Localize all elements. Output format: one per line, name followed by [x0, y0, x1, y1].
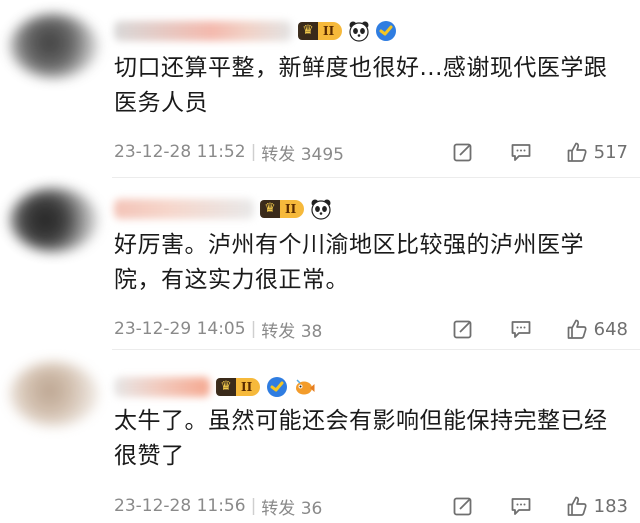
username[interactable]	[114, 21, 292, 41]
forward-count: 转发 36	[261, 498, 323, 519]
timestamp: 23-12-28 11:56	[114, 496, 246, 516]
like-count: 183	[593, 495, 628, 517]
avatar[interactable]	[10, 188, 98, 252]
forward-count: 转发 3495	[261, 144, 344, 165]
comment-icon[interactable]	[510, 495, 532, 517]
username-row: ♛ II	[114, 196, 337, 222]
share-icon[interactable]	[452, 141, 474, 163]
fish-icon	[296, 379, 315, 395]
comment-icon[interactable]	[510, 318, 532, 340]
verified-shield-icon	[267, 377, 288, 397]
comment-actions: 517	[452, 139, 628, 165]
panda-icon	[349, 21, 369, 42]
timestamp: 23-12-28 11:52	[114, 142, 246, 162]
comment-actions: 183	[452, 493, 628, 519]
like-icon[interactable]	[566, 141, 588, 163]
comment-icon[interactable]	[510, 141, 532, 163]
comment-text: 太牛了。虽然可能还会有影响但能保持完整已经很赞了	[114, 408, 608, 469]
comment-actions: 648	[452, 316, 628, 342]
crown-badge-icon: ♛ II	[298, 22, 343, 40]
timestamp: 23-12-29 14:05	[114, 319, 246, 339]
like-count: 517	[593, 141, 628, 163]
username[interactable]	[114, 377, 210, 397]
avatar[interactable]	[10, 14, 98, 78]
verified-shield-icon	[376, 21, 397, 41]
share-icon[interactable]	[452, 495, 474, 517]
divider: |	[250, 319, 257, 339]
crown-badge-icon: ♛ II	[260, 200, 305, 218]
panda-icon	[311, 199, 331, 220]
comment-item: ♛ II 切口还算平整，新鲜度也很好...感谢现代医学跟医务人员 23-12-28…	[0, 0, 640, 176]
comment-item: ♛ II 好厉害。泸州有个川渝地区比较强的泸州医学院，有这实力很正常。 23-12…	[0, 178, 640, 348]
crown-badge-icon: ♛ II	[216, 378, 261, 396]
forward-count: 转发 38	[261, 321, 323, 342]
comment-text: 好厉害。泸州有个川渝地区比较强的泸州医学院，有这实力很正常。	[114, 232, 584, 293]
avatar[interactable]	[10, 362, 98, 426]
divider: |	[250, 142, 257, 162]
like-icon[interactable]	[566, 495, 588, 517]
username[interactable]	[114, 199, 254, 219]
username-row: ♛ II	[114, 374, 320, 400]
username-row: ♛ II	[114, 18, 402, 44]
comment-text: 切口还算平整，新鲜度也很好...感谢现代医学跟医务人员	[114, 55, 608, 116]
share-icon[interactable]	[452, 318, 474, 340]
comment-feed: ♛ II 切口还算平整，新鲜度也很好...感谢现代医学跟医务人员 23-12-28…	[0, 0, 640, 523]
divider: |	[250, 496, 257, 516]
comment-item: ♛ II 太牛了。虽然可能还会有影响但能保持完整已经很赞了 23-12-28 11…	[0, 350, 640, 523]
like-count: 648	[593, 318, 628, 340]
like-icon[interactable]	[566, 318, 588, 340]
